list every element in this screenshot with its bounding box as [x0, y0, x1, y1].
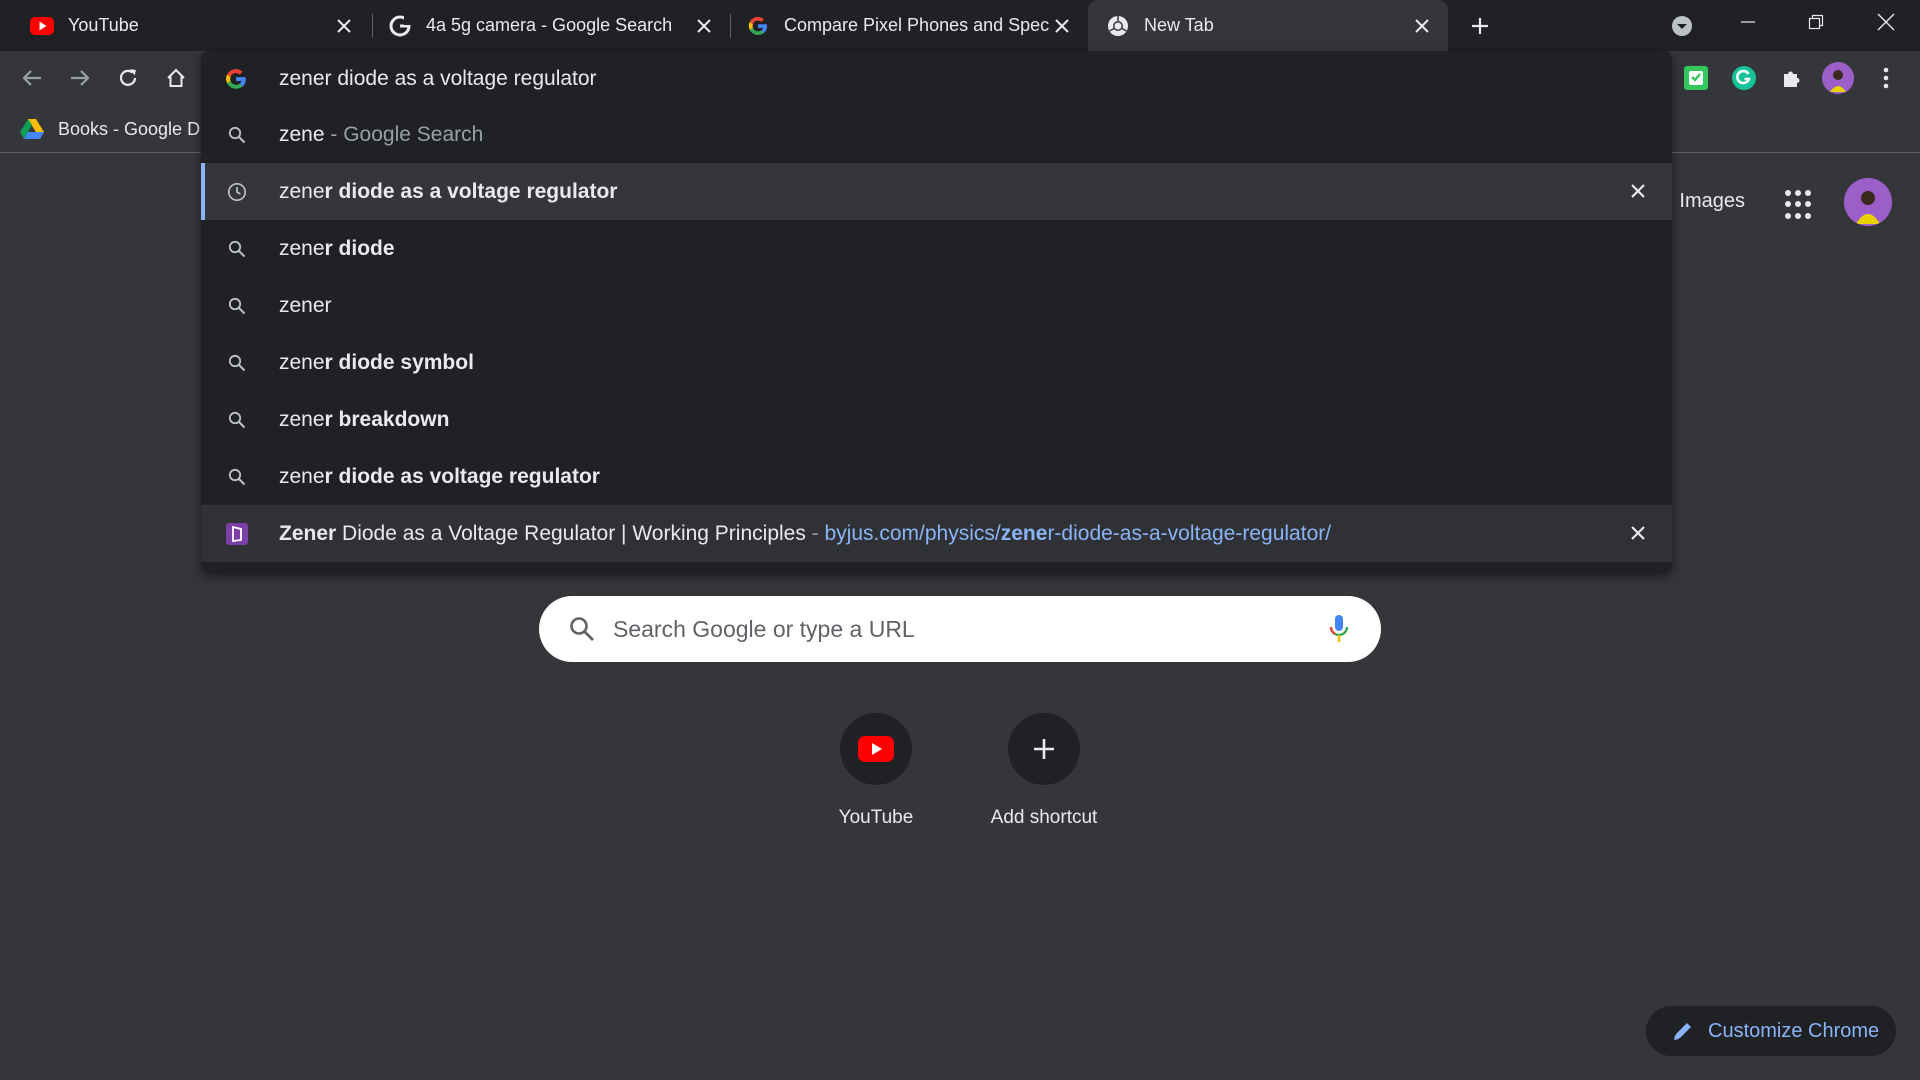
- menu-button[interactable]: [1870, 62, 1902, 94]
- images-link[interactable]: Images: [1679, 190, 1745, 213]
- tab-separator: [372, 14, 373, 38]
- back-arrow-icon: [22, 70, 41, 86]
- suggestion-text: zener breakdown: [279, 407, 450, 431]
- restore-icon: [1808, 14, 1824, 30]
- tab-title: YouTube: [68, 15, 139, 35]
- search-icon: [569, 616, 595, 642]
- suggestion-text: zener diode: [279, 236, 395, 260]
- suggestion-row[interactable]: zener diode as a voltage regulator: [201, 163, 1672, 220]
- search-input[interactable]: Search Google or type a URL: [539, 596, 1381, 662]
- tab-new-tab[interactable]: New Tab: [1088, 0, 1448, 51]
- shortcut-youtube[interactable]: YouTube: [816, 713, 936, 829]
- tab-youtube[interactable]: YouTube: [0, 0, 370, 51]
- reload-icon: [119, 69, 137, 86]
- forward-button[interactable]: [64, 62, 96, 94]
- suggestion-text: zener diode symbol: [279, 350, 474, 374]
- apps-grid-icon[interactable]: [1783, 188, 1817, 222]
- home-icon: [167, 68, 185, 87]
- search-icon: [225, 351, 249, 375]
- omnibox-dropdown: zener diode as a voltage regulator zene …: [201, 51, 1672, 572]
- bookmark-title: Books - Google Dr: [58, 118, 207, 139]
- google-icon: [388, 14, 412, 38]
- youtube-icon: [30, 14, 54, 38]
- home-button[interactable]: [160, 62, 192, 94]
- tab-strip: YouTube 4a 5g camera - Google Search Com…: [0, 0, 1920, 51]
- byjus-icon: [225, 522, 249, 546]
- plus-icon: [1008, 713, 1080, 785]
- shortcut-label: YouTube: [838, 807, 914, 828]
- minimize-button[interactable]: [1718, 0, 1778, 44]
- youtube-icon: [840, 713, 912, 785]
- profile-button[interactable]: [1822, 62, 1854, 94]
- search-icon: [225, 237, 249, 261]
- suggestion-row[interactable]: zener diode symbol: [201, 334, 1672, 391]
- close-icon[interactable]: [332, 14, 356, 38]
- google-drive-icon: [20, 119, 44, 139]
- customize-chrome-button[interactable]: Customize Chrome: [1646, 1006, 1896, 1056]
- site-suggestion-row[interactable]: Zener Diode as a Voltage Regulator | Wor…: [201, 505, 1672, 562]
- close-icon[interactable]: [1410, 14, 1434, 38]
- avatar[interactable]: [1844, 178, 1892, 226]
- suggestion-text: zene - Google Search: [279, 122, 484, 146]
- extensions-button[interactable]: [1776, 62, 1808, 94]
- tab-search-button[interactable]: [1652, 4, 1712, 48]
- close-icon[interactable]: [692, 14, 716, 38]
- tab-google-search[interactable]: 4a 5g camera - Google Search: [374, 0, 730, 51]
- google-icon: [223, 66, 249, 92]
- tab-compare-pixel[interactable]: Compare Pixel Phones and Specs: [732, 0, 1088, 51]
- puzzle-icon: [1784, 71, 1800, 87]
- new-tab-button[interactable]: [1450, 4, 1510, 48]
- minimize-icon: [1741, 21, 1755, 23]
- suggestion-text: zener diode as a voltage regulator: [279, 179, 618, 203]
- restore-button[interactable]: [1786, 0, 1846, 44]
- search-icon: [225, 294, 249, 318]
- suggestion-text: zener diode as voltage regulator: [279, 464, 600, 488]
- suggestion-row[interactable]: zene - Google Search: [201, 106, 1672, 163]
- close-window-button[interactable]: [1856, 0, 1916, 44]
- close-icon[interactable]: [1050, 14, 1074, 38]
- plus-icon: [1472, 18, 1488, 34]
- search-icon: [225, 123, 249, 147]
- omnibox-input[interactable]: zener diode as a voltage regulator: [201, 51, 1672, 106]
- microphone-icon[interactable]: [1329, 614, 1349, 644]
- remove-suggestion-icon[interactable]: [1626, 521, 1650, 545]
- chrome-icon: [1106, 14, 1130, 38]
- avatar: [1822, 62, 1854, 94]
- suggestion-text: zener: [279, 293, 332, 317]
- remove-suggestion-icon[interactable]: [1626, 179, 1650, 203]
- tab-title: New Tab: [1144, 15, 1214, 35]
- clock-icon: [225, 180, 249, 204]
- omnibox-text: zener diode as a voltage regulator: [279, 66, 597, 90]
- back-button[interactable]: [16, 62, 48, 94]
- tab-separator: [730, 14, 731, 38]
- suggestion-row[interactable]: zener diode as voltage regulator: [201, 448, 1672, 505]
- reload-button[interactable]: [112, 62, 144, 94]
- customize-label: Customize Chrome: [1708, 1019, 1880, 1042]
- google-icon: [746, 14, 770, 38]
- add-shortcut-button[interactable]: Add shortcut: [984, 713, 1104, 829]
- suggestion-text: Zener Diode as a Voltage Regulator | Wor…: [279, 521, 1332, 545]
- chevron-down-icon: [1672, 16, 1692, 36]
- tab-title: Compare Pixel Phones and Specs: [784, 15, 1050, 35]
- close-icon: [1877, 13, 1895, 31]
- forward-arrow-icon: [71, 70, 90, 86]
- suggestion-row[interactable]: zener breakdown: [201, 391, 1672, 448]
- grammarly-button[interactable]: [1728, 62, 1760, 94]
- suggestion-row[interactable]: zener diode: [201, 220, 1672, 277]
- bookmark-books[interactable]: Books - Google Dr: [20, 114, 206, 144]
- search-icon: [225, 408, 249, 432]
- suggestion-row[interactable]: zener: [201, 277, 1672, 334]
- tab-title: 4a 5g camera - Google Search: [426, 15, 673, 35]
- extension-button[interactable]: [1680, 62, 1712, 94]
- shortcut-label: Add shortcut: [990, 807, 1098, 828]
- grammarly-icon: [1732, 66, 1756, 90]
- search-placeholder: Search Google or type a URL: [613, 615, 915, 642]
- pencil-icon: [1674, 1023, 1691, 1040]
- extension-green-icon: [1684, 66, 1708, 90]
- search-icon: [225, 465, 249, 489]
- more-vert-icon: [1883, 67, 1889, 89]
